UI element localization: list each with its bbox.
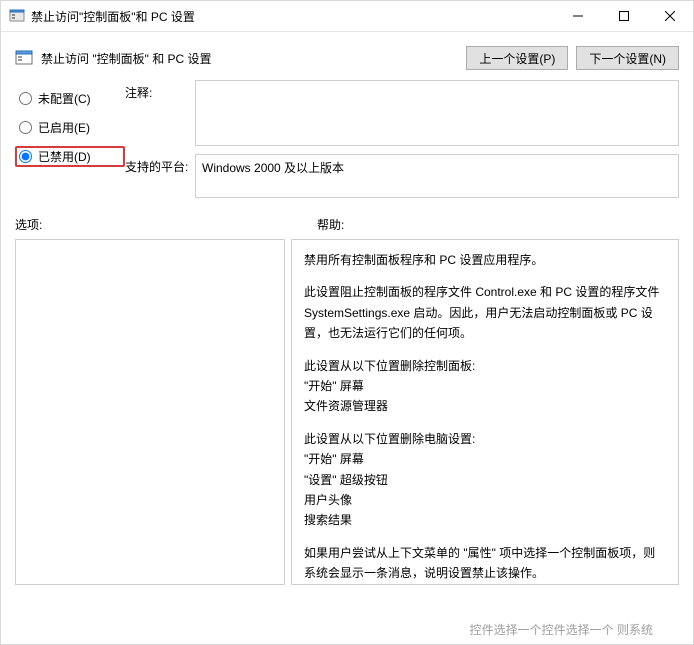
radio-disabled-label: 已禁用(D) — [38, 148, 91, 165]
help-pane[interactable]: 禁用所有控制面板程序和 PC 设置应用程序。此设置阻止控制面板的程序文件 Con… — [291, 239, 679, 585]
help-paragraph: 此设置从以下位置删除控制面板: "开始" 屏幕 文件资源管理器 — [304, 356, 666, 417]
config-area: 未配置(C) 已启用(E) 已禁用(D) 注释: 支持的平台: — [1, 74, 693, 198]
help-paragraph: 此设置阻止控制面板的程序文件 Control.exe 和 PC 设置的程序文件 … — [304, 282, 666, 343]
policy-title: 禁止访问 "控制面板" 和 PC 设置 — [41, 50, 458, 67]
options-pane — [15, 239, 285, 585]
close-button[interactable] — [647, 1, 693, 31]
radio-disabled-input[interactable] — [19, 150, 32, 163]
artifact-text: 控件选择一个控件选择一个 则系统 — [470, 621, 653, 638]
help-label: 帮助: — [305, 216, 679, 233]
header-row: 禁止访问 "控制面板" 和 PC 设置 上一个设置(P) 下一个设置(N) — [1, 32, 693, 74]
next-setting-button[interactable]: 下一个设置(N) — [576, 46, 679, 70]
options-label: 选项: — [15, 216, 305, 233]
radio-not-configured[interactable]: 未配置(C) — [15, 88, 125, 109]
panes-container: 禁用所有控制面板程序和 PC 设置应用程序。此设置阻止控制面板的程序文件 Con… — [1, 239, 693, 585]
radio-enabled-label: 已启用(E) — [38, 119, 90, 136]
prev-setting-button[interactable]: 上一个设置(P) — [466, 46, 568, 70]
radio-enabled[interactable]: 已启用(E) — [15, 117, 125, 138]
state-radios: 未配置(C) 已启用(E) 已禁用(D) — [15, 80, 125, 167]
help-paragraph: 此设置从以下位置删除电脑设置: "开始" 屏幕 "设置" 超级按钮 用户头像 搜… — [304, 429, 666, 531]
maximize-button[interactable] — [601, 1, 647, 31]
supported-label: 支持的平台: — [125, 154, 189, 175]
radio-disabled[interactable]: 已禁用(D) — [15, 146, 125, 167]
comment-row: 注释: — [125, 80, 679, 146]
radio-enabled-input[interactable] — [19, 121, 32, 134]
help-paragraph: 如果用户尝试从上下文菜单的 "属性" 项中选择一个控制面板项，则系统会显示一条消… — [304, 543, 666, 584]
radio-not-configured-label: 未配置(C) — [38, 90, 91, 107]
policy-icon — [15, 49, 33, 67]
comment-input[interactable] — [195, 80, 679, 146]
minimize-button[interactable] — [555, 1, 601, 31]
help-paragraph: 禁用所有控制面板程序和 PC 设置应用程序。 — [304, 250, 666, 270]
title-bar: 禁止访问"控制面板"和 PC 设置 — [1, 1, 693, 32]
mid-labels: 选项: 帮助: — [1, 198, 693, 239]
window-icon — [9, 8, 25, 24]
radio-not-configured-input[interactable] — [19, 92, 32, 105]
supported-row: 支持的平台: — [125, 154, 679, 198]
details-column: 注释: 支持的平台: — [125, 80, 679, 198]
supported-value — [195, 154, 679, 198]
window-title: 禁止访问"控制面板"和 PC 设置 — [31, 8, 555, 25]
comment-label: 注释: — [125, 80, 189, 101]
